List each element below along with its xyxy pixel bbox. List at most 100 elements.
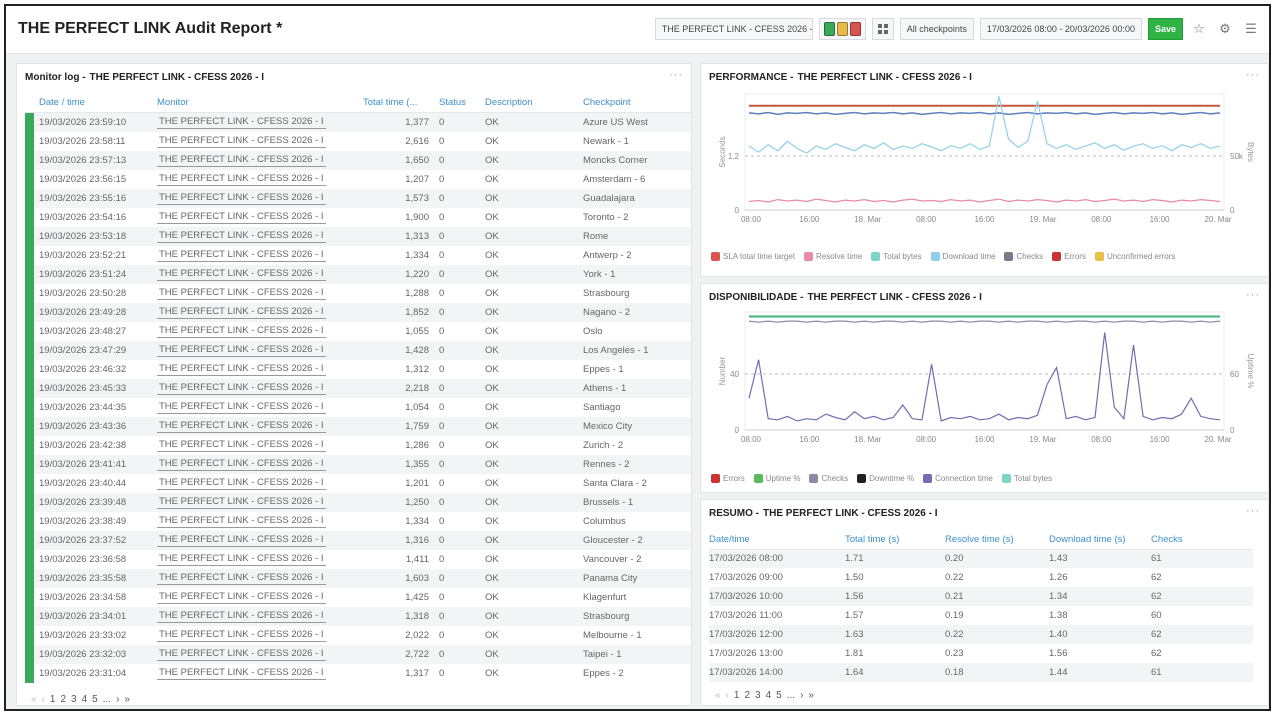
table-row[interactable]: 19/03/2026 23:32:03 THE PERFECT LINK - CF… (25, 644, 691, 664)
pager-next[interactable]: › (116, 694, 119, 705)
table-row[interactable]: 19/03/2026 23:56:15 THE PERFECT LINK - CF… (25, 169, 691, 189)
pager-next[interactable]: › (800, 690, 803, 701)
column-header[interactable]: Checkpoint (579, 94, 691, 113)
legend-item[interactable]: Resolve time (804, 252, 862, 261)
monitor-link[interactable]: THE PERFECT LINK - CFESS 2026 - I (157, 476, 326, 490)
legend-item[interactable]: SLA total time target (711, 252, 795, 261)
table-row[interactable]: 19/03/2026 23:50:28 THE PERFECT LINK - CF… (25, 283, 691, 303)
monitor-link[interactable]: THE PERFECT LINK - CFESS 2026 - I (157, 666, 326, 680)
table-row[interactable]: 19/03/2026 23:51:24 THE PERFECT LINK - CF… (25, 264, 691, 284)
save-button[interactable]: Save (1147, 18, 1183, 40)
pager-ellipsis[interactable]: ... (103, 694, 111, 705)
gear-icon[interactable]: ⚙ (1215, 18, 1235, 40)
monitor-link[interactable]: THE PERFECT LINK - CFESS 2026 - I (157, 153, 326, 167)
table-row[interactable]: 19/03/2026 23:33:02 THE PERFECT LINK - CF… (25, 625, 691, 645)
column-header[interactable]: Total time (... (359, 94, 435, 113)
table-row[interactable]: 19/03/2026 23:34:01 THE PERFECT LINK - CF… (25, 606, 691, 626)
table-row[interactable]: 19/03/2026 23:43:36 THE PERFECT LINK - CF… (25, 416, 691, 436)
table-row[interactable]: 19/03/2026 23:37:52 THE PERFECT LINK - CF… (25, 530, 691, 550)
table-row[interactable]: 19/03/2026 23:42:38 THE PERFECT LINK - CF… (25, 435, 691, 455)
pager-page[interactable]: 2 (744, 690, 750, 701)
legend-item[interactable]: Checks (1004, 252, 1043, 261)
pager-last[interactable]: » (124, 694, 130, 705)
table-row[interactable]: 19/03/2026 23:59:10 THE PERFECT LINK - CF… (25, 112, 691, 132)
table-row[interactable]: 19/03/2026 23:54:16 THE PERFECT LINK - CF… (25, 207, 691, 227)
legend-item[interactable]: Download time (930, 252, 995, 261)
table-row[interactable]: 19/03/2026 23:48:27 THE PERFECT LINK - CF… (25, 321, 691, 341)
table-row[interactable]: 19/03/2026 23:38:49 THE PERFECT LINK - CF… (25, 511, 691, 531)
legend-item[interactable]: Downtime % (857, 474, 914, 483)
table-row[interactable]: 19/03/2026 23:40:44 THE PERFECT LINK - CF… (25, 473, 691, 493)
status-ok-square[interactable] (823, 22, 835, 36)
column-header[interactable]: Status (435, 94, 481, 113)
monitor-link[interactable]: THE PERFECT LINK - CFESS 2026 - I (157, 381, 326, 395)
table-row[interactable]: 19/03/2026 23:55:16 THE PERFECT LINK - CF… (25, 188, 691, 208)
pager-page[interactable]: 4 (766, 690, 772, 701)
table-row[interactable]: 19/03/2026 23:36:58 THE PERFECT LINK - CF… (25, 549, 691, 569)
pager-page[interactable]: 3 (71, 694, 77, 705)
monitor-link[interactable]: THE PERFECT LINK - CFESS 2026 - I (157, 343, 326, 357)
monitor-link[interactable]: THE PERFECT LINK - CFESS 2026 - I (157, 552, 326, 566)
checkpoints-select[interactable]: All checkpoints (899, 18, 974, 40)
table-row[interactable]: 19/03/2026 23:31:04 THE PERFECT LINK - CF… (25, 663, 691, 683)
monitor-link[interactable]: THE PERFECT LINK - CFESS 2026 - I (157, 134, 326, 148)
table-row[interactable]: 19/03/2026 23:53:18 THE PERFECT LINK - CF… (25, 226, 691, 246)
monitor-select[interactable]: THE PERFECT LINK - CFESS 2026 - I (654, 18, 813, 40)
table-row[interactable]: 19/03/2026 23:41:41 THE PERFECT LINK - CF… (25, 454, 691, 474)
column-header[interactable]: Checks (1151, 530, 1253, 550)
table-row[interactable]: 19/03/2026 23:58:11 THE PERFECT LINK - CF… (25, 131, 691, 151)
monitor-link[interactable]: THE PERFECT LINK - CFESS 2026 - I (157, 248, 326, 262)
monitor-link[interactable]: THE PERFECT LINK - CFESS 2026 - I (157, 324, 326, 338)
pager-ellipsis[interactable]: ... (787, 690, 795, 701)
monitor-link[interactable]: THE PERFECT LINK - CFESS 2026 - I (157, 115, 326, 129)
monitor-link[interactable]: THE PERFECT LINK - CFESS 2026 - I (157, 305, 326, 319)
column-header[interactable]: Monitor (153, 94, 359, 113)
table-row[interactable]: 19/03/2026 23:35:58 THE PERFECT LINK - CF… (25, 568, 691, 588)
monitor-link[interactable]: THE PERFECT LINK - CFESS 2026 - I (157, 362, 326, 376)
monitor-link[interactable]: THE PERFECT LINK - CFESS 2026 - I (157, 229, 326, 243)
monitor-link[interactable]: THE PERFECT LINK - CFESS 2026 - I (157, 400, 326, 414)
pager-page[interactable]: 5 (92, 694, 98, 705)
column-header[interactable]: Total time (s) (845, 530, 945, 550)
monitor-link[interactable]: THE PERFECT LINK - CFESS 2026 - I (157, 267, 326, 281)
pager-page[interactable]: 1 (734, 690, 740, 701)
monitor-link[interactable]: THE PERFECT LINK - CFESS 2026 - I (157, 495, 326, 509)
column-header[interactable]: Date / time (35, 94, 153, 113)
date-range-picker[interactable]: 17/03/2026 08:00 - 20/03/2026 00:00 (979, 18, 1142, 40)
monitor-link[interactable]: THE PERFECT LINK - CFESS 2026 - I (157, 419, 326, 433)
monitor-link[interactable]: THE PERFECT LINK - CFESS 2026 - I (157, 457, 326, 471)
table-row[interactable]: 19/03/2026 23:34:58 THE PERFECT LINK - CF… (25, 587, 691, 607)
menu-icon[interactable]: ☰ (1241, 18, 1261, 40)
pager-first[interactable]: « (715, 690, 721, 701)
table-row[interactable]: 19/03/2026 23:44:35 THE PERFECT LINK - CF… (25, 397, 691, 417)
monitor-link[interactable]: THE PERFECT LINK - CFESS 2026 - I (157, 571, 326, 585)
monitor-link[interactable]: THE PERFECT LINK - CFESS 2026 - I (157, 172, 326, 186)
table-row[interactable]: 19/03/2026 23:52:21 THE PERFECT LINK - CF… (25, 245, 691, 265)
table-row[interactable]: 19/03/2026 23:57:13 THE PERFECT LINK - CF… (25, 150, 691, 170)
table-row[interactable]: 19/03/2026 23:46:32 THE PERFECT LINK - CF… (25, 359, 691, 379)
column-header[interactable]: Date/time (709, 530, 845, 550)
monitor-link[interactable]: THE PERFECT LINK - CFESS 2026 - I (157, 609, 326, 623)
monitor-link[interactable]: THE PERFECT LINK - CFESS 2026 - I (157, 438, 326, 452)
pager-page[interactable]: 2 (60, 694, 66, 705)
grid-icon[interactable] (871, 18, 894, 40)
pager-page[interactable]: 1 (50, 694, 56, 705)
pager-prev[interactable]: ‹ (726, 690, 729, 701)
status-error-square[interactable] (849, 22, 861, 36)
pager-page[interactable]: 4 (82, 694, 88, 705)
legend-item[interactable]: Connection time (923, 474, 993, 483)
panel-menu-icon[interactable]: ··· (1246, 505, 1260, 517)
star-icon[interactable]: ☆ (1189, 18, 1209, 40)
legend-item[interactable]: Total bytes (1001, 474, 1052, 483)
legend-item[interactable]: Uptime % (753, 474, 800, 483)
pager-page[interactable]: 5 (776, 690, 782, 701)
monitor-link[interactable]: THE PERFECT LINK - CFESS 2026 - I (157, 286, 326, 300)
monitor-link[interactable]: THE PERFECT LINK - CFESS 2026 - I (157, 628, 326, 642)
legend-item[interactable]: Errors (711, 474, 745, 483)
legend-item[interactable]: Unconfirmed errors (1094, 252, 1175, 261)
status-filter[interactable] (818, 18, 866, 40)
table-row[interactable]: 19/03/2026 23:47:29 THE PERFECT LINK - CF… (25, 340, 691, 360)
table-row[interactable]: 19/03/2026 23:49:28 THE PERFECT LINK - CF… (25, 302, 691, 322)
monitor-link[interactable]: THE PERFECT LINK - CFESS 2026 - I (157, 533, 326, 547)
column-header[interactable]: Description (481, 94, 579, 113)
